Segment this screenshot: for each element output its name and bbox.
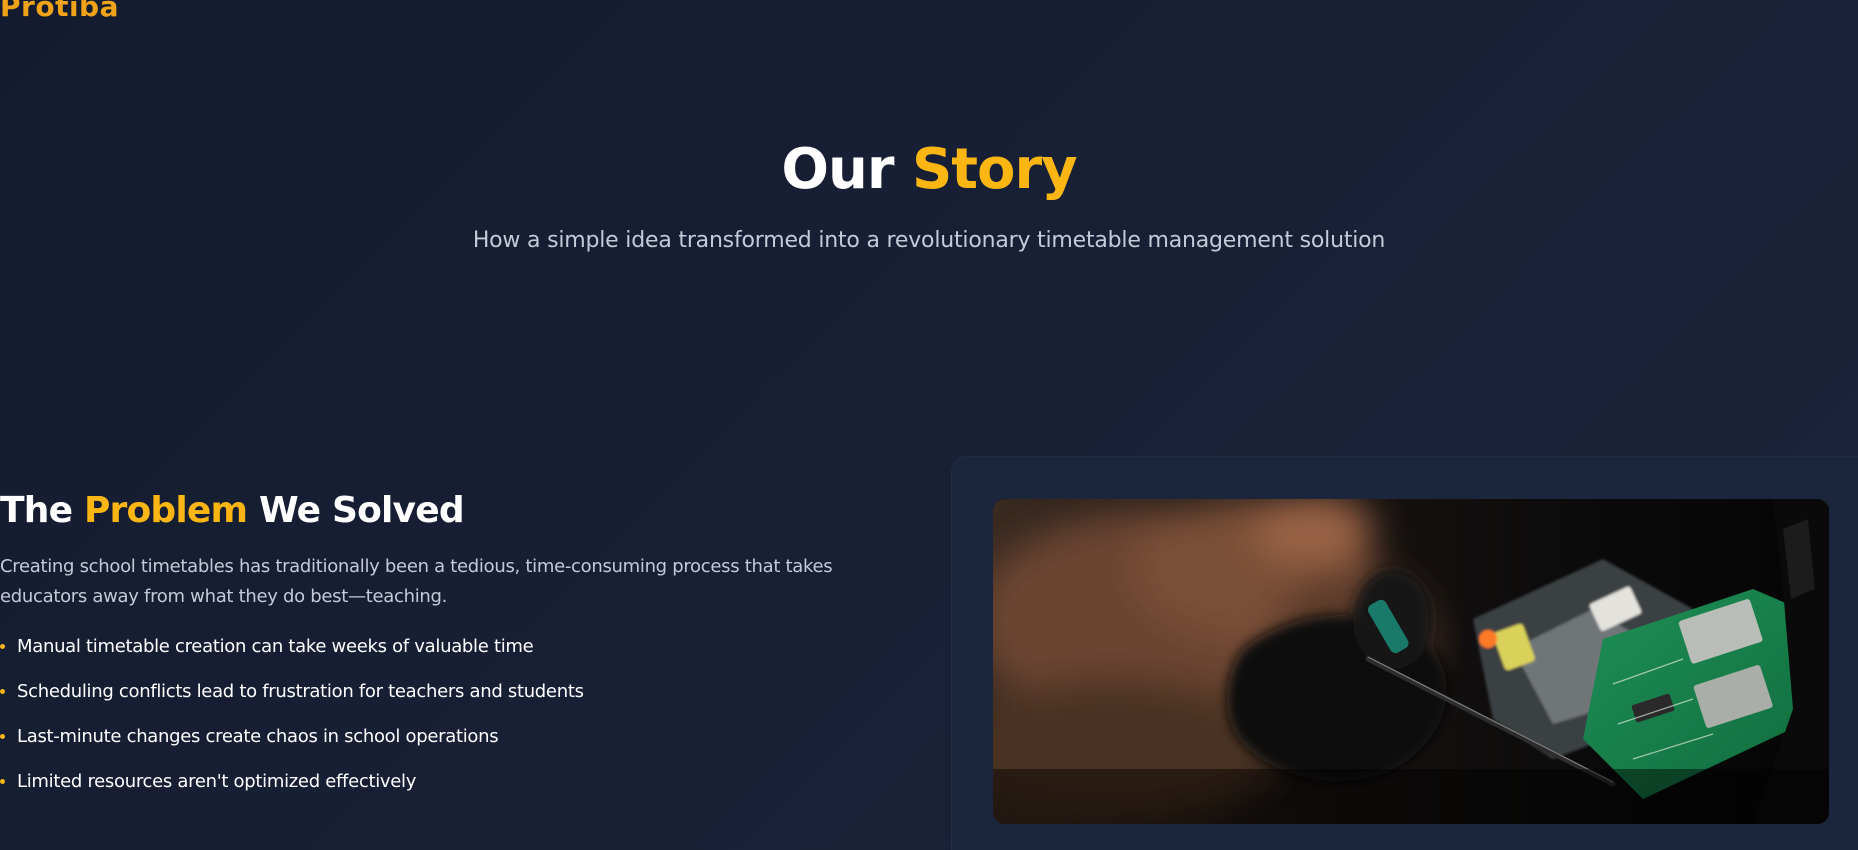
problem-section: The Problem We Solved Creating school ti… xyxy=(0,488,880,804)
problem-list: Manual timetable creation can take weeks… xyxy=(0,624,880,804)
bullet-icon xyxy=(0,734,5,739)
hero-subtitle: How a simple idea transformed into a rev… xyxy=(472,228,1386,253)
brand-logo[interactable]: Protiba xyxy=(0,0,119,23)
problem-list-item: Limited resources aren't optimized effec… xyxy=(0,759,880,804)
problem-title-after: We Solved xyxy=(258,490,465,531)
hero-section: Our Story How a simple idea transformed … xyxy=(0,130,1858,253)
problem-description: Creating school timetables has tradition… xyxy=(0,556,833,607)
page: Protiba Our Story How a simple idea tran… xyxy=(0,0,1858,850)
problem-title-accent: Problem xyxy=(83,490,248,531)
circuit-repair-photo xyxy=(993,499,1829,824)
bullet-icon xyxy=(0,689,5,694)
problem-title-before: The xyxy=(0,490,73,531)
problem-point: Scheduling conflicts lead to frustration… xyxy=(17,681,584,702)
problem-list-item: Last-minute changes create chaos in scho… xyxy=(0,714,880,759)
bullet-icon xyxy=(0,644,5,649)
problem-list-item: Manual timetable creation can take weeks… xyxy=(0,624,880,669)
hero-title-main: Our xyxy=(781,137,894,202)
problem-point: Last-minute changes create chaos in scho… xyxy=(17,726,499,747)
hero-title: Our Story xyxy=(0,130,1858,210)
hero-title-accent: Story xyxy=(911,137,1078,202)
problem-list-item: Scheduling conflicts lead to frustration… xyxy=(0,669,880,714)
problem-point: Manual timetable creation can take weeks… xyxy=(17,636,534,657)
problem-point: Limited resources aren't optimized effec… xyxy=(17,771,417,792)
problem-title: The Problem We Solved xyxy=(0,488,880,534)
bullet-icon xyxy=(0,779,5,784)
